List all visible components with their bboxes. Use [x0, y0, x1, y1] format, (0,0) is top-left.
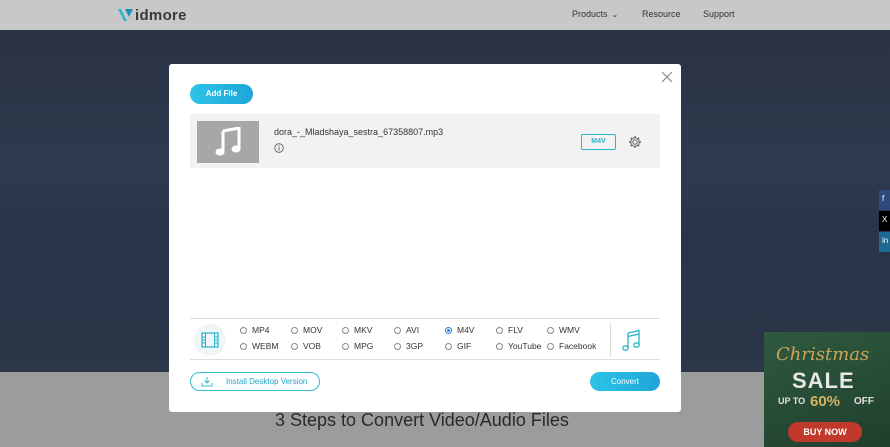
radio-button[interactable]	[240, 326, 247, 334]
facebook-icon: f	[882, 194, 885, 203]
radio-button[interactable]	[291, 326, 298, 334]
format-selector: MP4 MOV MKV AVI M4V FLV WMV WEBM VOB MPG…	[190, 318, 660, 360]
format-label: VOB	[303, 341, 321, 351]
radio-button[interactable]	[496, 326, 503, 334]
buy-now-button[interactable]: BUY NOW	[788, 422, 862, 442]
add-file-button[interactable]: Add File	[190, 84, 253, 104]
steps-title: 3 Steps to Convert Video/Audio Files	[275, 410, 569, 430]
format-label: MPG	[354, 341, 374, 351]
nav-products[interactable]: Products ⌄	[572, 9, 618, 19]
radio-button[interactable]	[342, 326, 349, 334]
format-option-vob[interactable]: VOB	[291, 341, 321, 351]
x-share-button[interactable]: X	[879, 211, 890, 231]
ad-sale-text: SALE	[792, 368, 855, 393]
format-option-mpg[interactable]: MPG	[342, 341, 373, 351]
format-label: YouTube	[508, 341, 542, 351]
nav-support[interactable]: Support	[703, 9, 735, 19]
video-formats-tab[interactable]	[194, 324, 226, 356]
format-option-wmv[interactable]: WMV	[547, 325, 580, 335]
christmas-sale-ad[interactable]: Christmas SALE UP TO 60% OFF BUY NOW	[764, 332, 890, 447]
radio-button[interactable]	[394, 342, 401, 350]
radio-button[interactable]	[547, 326, 554, 334]
format-label: 3GP	[406, 341, 424, 351]
format-label: Facebook	[559, 341, 597, 351]
gear-icon[interactable]	[628, 135, 642, 149]
film-icon	[201, 332, 219, 348]
format-option-mov[interactable]: MOV	[291, 325, 322, 335]
converter-modal: Add File dora_-_Mladshaya_sestra_6735880…	[169, 64, 681, 412]
file-thumbnail	[197, 121, 259, 163]
format-label: AVI	[406, 325, 420, 335]
radio-button[interactable]	[342, 342, 349, 350]
linkedin-share-button[interactable]: in	[879, 232, 890, 252]
format-option-avi[interactable]: AVI	[394, 325, 419, 335]
ad-off-text: OFF	[854, 396, 874, 407]
ad-christmas-text: Christmas	[776, 344, 870, 365]
file-name: dora_-_Mladshaya_sestra_67358807.mp3	[274, 127, 444, 137]
format-label: MP4	[252, 325, 270, 335]
ad-upto-text: UP TO	[778, 396, 806, 406]
file-list-item: dora_-_Mladshaya_sestra_67358807.mp3 M4V	[190, 114, 660, 168]
radio-button[interactable]	[547, 342, 554, 350]
format-option-mkv[interactable]: MKV	[342, 325, 372, 335]
x-icon: X	[882, 215, 888, 224]
install-desktop-version-button[interactable]: Install Desktop Version	[190, 372, 320, 391]
divider	[610, 323, 611, 357]
nav-resource[interactable]: Resource	[642, 9, 681, 19]
format-label: FLV	[508, 325, 523, 335]
info-icon[interactable]	[274, 143, 284, 153]
linkedin-icon: in	[882, 236, 889, 245]
format-label: M4V	[457, 325, 475, 335]
format-option-gif[interactable]: GIF	[445, 341, 471, 351]
vidmore-logo[interactable]: idmore	[117, 6, 187, 24]
format-label: WEBM	[252, 341, 279, 351]
format-label: WMV	[559, 325, 580, 335]
radio-button-selected[interactable]	[445, 326, 452, 334]
convert-button[interactable]: Convert	[590, 372, 660, 391]
output-format-badge[interactable]: M4V	[581, 134, 616, 150]
radio-button[interactable]	[240, 342, 247, 350]
format-label: MKV	[354, 325, 373, 335]
format-option-facebook[interactable]: Facebook	[547, 341, 596, 351]
format-options: MP4 MOV MKV AVI M4V FLV WMV WEBM VOB MPG…	[240, 325, 610, 357]
install-label: Install Desktop Version	[226, 377, 308, 386]
facebook-share-button[interactable]: f	[879, 190, 890, 210]
format-label: GIF	[457, 341, 472, 351]
format-option-webm[interactable]: WEBM	[240, 341, 278, 351]
format-label: MOV	[303, 325, 323, 335]
format-option-3gp[interactable]: 3GP	[394, 341, 423, 351]
ad-percent-text: 60%	[810, 393, 841, 410]
music-note-icon	[215, 127, 241, 156]
audio-formats-tab-icon[interactable]	[621, 329, 641, 351]
format-option-mp4[interactable]: MP4	[240, 325, 269, 335]
format-option-m4v[interactable]: M4V	[445, 325, 474, 335]
radio-button[interactable]	[394, 326, 401, 334]
close-icon[interactable]	[660, 70, 674, 84]
logo-text: idmore	[135, 6, 187, 24]
radio-button[interactable]	[445, 342, 452, 350]
site-header: idmore Products ⌄ Resource Support	[0, 0, 890, 30]
radio-button[interactable]	[291, 342, 298, 350]
format-option-flv[interactable]: FLV	[496, 325, 523, 335]
chevron-down-icon: ⌄	[611, 10, 619, 19]
download-icon	[201, 377, 213, 387]
nav-products-label: Products	[572, 9, 608, 19]
format-option-youtube[interactable]: YouTube	[496, 341, 541, 351]
logo-v-icon	[118, 9, 133, 21]
radio-button[interactable]	[496, 342, 503, 350]
